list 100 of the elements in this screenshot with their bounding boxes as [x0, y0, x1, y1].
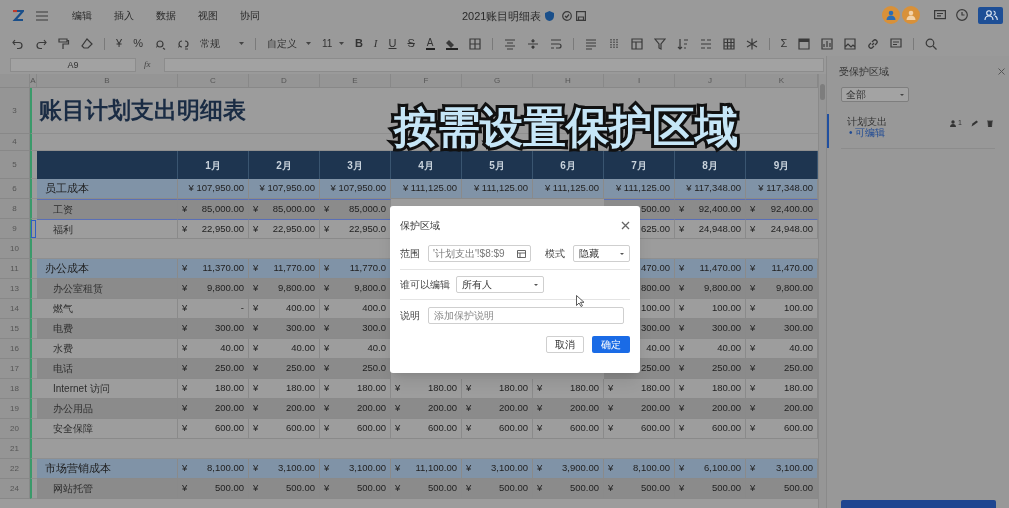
currency-symbol: ¥ [182, 421, 188, 436]
currency-symbol: ¥ [182, 281, 188, 296]
sheet-title: 账目计划支出明细表 [39, 96, 246, 126]
month-label: 8月 [702, 158, 718, 173]
currency-symbol: ¥ [253, 361, 259, 376]
currency-symbol: ¥ [182, 401, 188, 416]
amount: 300.00 [285, 321, 315, 336]
amount: 24,948.00 [698, 221, 741, 236]
field-label: 说明 [400, 309, 420, 323]
amount: 3,100.00 [278, 461, 315, 476]
amount: 3,900.00 [562, 461, 599, 476]
field-label: 范围 [400, 247, 420, 261]
amount: 180.00 [640, 381, 670, 396]
amount: 250.00 [640, 361, 670, 376]
currency-symbol: ¥ [324, 221, 330, 236]
amount: ¥ 117,348.00 [686, 181, 741, 196]
currency-symbol: ¥ [324, 401, 330, 416]
amount: 600.00 [427, 421, 457, 436]
currency-symbol: ¥ [182, 341, 188, 356]
currency-symbol: ¥ [253, 481, 259, 496]
amount: 200.00 [569, 401, 599, 416]
currency-symbol: ¥ [750, 321, 756, 336]
amount: 625.00 [640, 221, 670, 236]
currency-symbol: ¥ [679, 481, 685, 496]
amount: - [240, 301, 244, 316]
currency-symbol: ¥ [750, 201, 756, 216]
currency-symbol: ¥ [679, 401, 685, 416]
amount: 40.0 [367, 341, 386, 356]
currency-symbol: ¥ [608, 481, 614, 496]
amount: 200.00 [711, 401, 741, 416]
fx-label: fx [144, 58, 152, 72]
currency-symbol: ¥ [324, 381, 330, 396]
amount: 500.00 [569, 481, 599, 496]
amount: 200.00 [640, 401, 670, 416]
currency-symbol: ¥ [324, 261, 330, 276]
currency-symbol: ¥ [466, 401, 472, 416]
amount: 250.00 [783, 361, 813, 376]
amount: 250.00 [214, 361, 244, 376]
currency-symbol: ¥ [750, 481, 756, 496]
panel-title: 受保护区域 [839, 65, 889, 79]
row-label: 员工成本 [44, 181, 89, 197]
currency-symbol: ¥ [679, 381, 685, 396]
currency-symbol: ¥ [466, 381, 472, 396]
currency-symbol: ¥ [679, 341, 685, 356]
amount: 8,100.00 [207, 461, 244, 476]
amount: 600.00 [214, 421, 244, 436]
currency-symbol: ¥ [750, 261, 756, 276]
month-label: 7月 [631, 158, 647, 173]
amount: 100.00 [711, 301, 741, 316]
month-label: 3月 [347, 158, 363, 173]
currency-symbol: ¥ [679, 201, 685, 216]
dialog-title: 保护区域 [400, 219, 440, 233]
currency-symbol: ¥ [253, 461, 259, 476]
amount: 600.00 [783, 421, 813, 436]
row-label: 电费 [52, 322, 73, 336]
amount: 500.00 [498, 481, 528, 496]
currency-symbol: ¥ [679, 261, 685, 276]
amount: 40.00 [789, 341, 813, 356]
amount: 180.00 [214, 381, 244, 396]
row-label: 水费 [52, 342, 73, 356]
amount: 40.00 [220, 341, 244, 356]
row-label: 电话 [52, 362, 73, 376]
document-title: 2021账目明细表 [462, 9, 542, 24]
currency-symbol: ¥ [253, 341, 259, 356]
currency-symbol: ¥ [608, 421, 614, 436]
currency-symbol: ¥ [253, 401, 259, 416]
row-label: 市场营销成本 [44, 461, 111, 477]
amount: 500.00 [214, 481, 244, 496]
amount: 300.00 [783, 321, 813, 336]
amount: 22,950.00 [201, 221, 244, 236]
amount: 180.00 [356, 381, 386, 396]
currency-symbol: ¥ [182, 321, 188, 336]
currency-symbol: ¥ [253, 301, 259, 316]
amount: 200.00 [356, 401, 386, 416]
month-label: 9月 [773, 158, 790, 173]
currency-symbol: ¥ [324, 201, 330, 216]
amount: 500.00 [427, 481, 457, 496]
currency-symbol: ¥ [324, 461, 330, 476]
amount: ¥ 107,950.00 [259, 181, 315, 196]
currency-symbol: ¥ [182, 301, 188, 316]
range-name: 计划支出 [847, 116, 887, 127]
amount: 300.00 [711, 321, 741, 336]
amount: 300.0 [362, 321, 386, 336]
row-label: 燃气 [52, 302, 73, 316]
amount: 250.00 [711, 361, 741, 376]
amount: 24,948.00 [770, 221, 813, 236]
currency-symbol: ¥ [182, 201, 188, 216]
row-label: 办公室租赁 [52, 282, 103, 296]
row-label: 安全保障 [52, 422, 93, 436]
currency-symbol: ¥ [750, 281, 756, 296]
amount: 500.00 [640, 201, 670, 216]
currency-symbol: ¥ [182, 461, 188, 476]
currency-symbol: ¥ [253, 321, 259, 336]
currency-symbol: ¥ [679, 321, 685, 336]
row-label: 工资 [52, 202, 73, 217]
amount: 11,770.00 [273, 261, 315, 276]
amount: 22,950.00 [272, 221, 315, 236]
amount: 400.0 [362, 301, 386, 316]
currency-symbol: ¥ [253, 221, 259, 236]
row-label: 网站托管 [52, 482, 93, 496]
